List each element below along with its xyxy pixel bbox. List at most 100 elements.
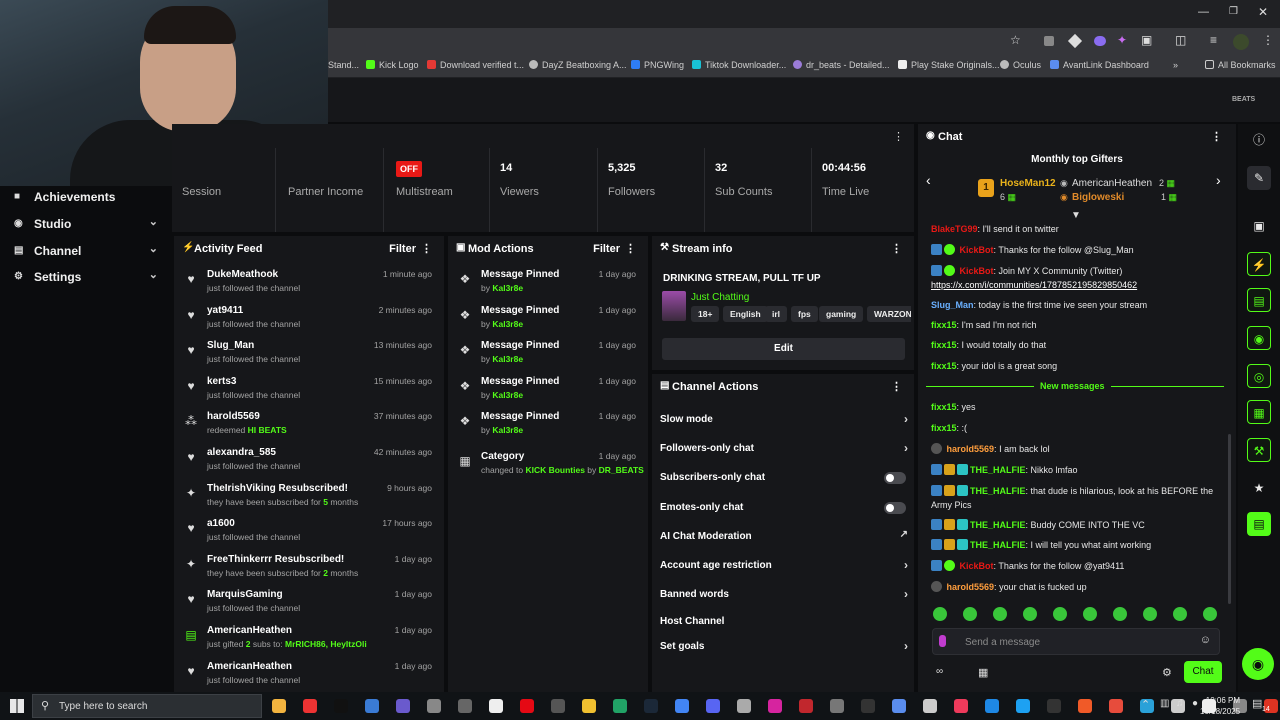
channel-action-account-age-restriction[interactable]: Account age restriction › <box>658 552 908 580</box>
chat-username[interactable]: THE_HALFIE <box>970 540 1026 550</box>
chat-message[interactable]: fixx15: yes <box>931 400 1226 414</box>
channel-action-banned-words[interactable]: Banned words › <box>658 581 908 609</box>
store-icon[interactable]: ▦ <box>978 666 988 679</box>
chat-username[interactable]: fixx15 <box>931 402 957 412</box>
layout-icon[interactable]: ▦ <box>1247 400 1271 424</box>
activity-item[interactable]: ♥ Slug_Man just followed the channel 13 min… <box>174 337 444 373</box>
taskbar-app-icon[interactable] <box>334 699 348 713</box>
emote-icon[interactable] <box>1023 607 1037 621</box>
media-icon[interactable]: ≡ <box>1210 33 1217 47</box>
extension-icon[interactable] <box>1044 36 1054 46</box>
taskbar-app-icon[interactable] <box>706 699 720 713</box>
restore-button[interactable]: ❐ <box>1229 6 1238 17</box>
bookmark-item[interactable]: Oculus <box>1000 60 1041 70</box>
chat-username[interactable]: fixx15 <box>931 340 957 350</box>
filter-button[interactable]: Filter <box>593 243 620 255</box>
chat-message[interactable]: fixx15: :( <box>931 421 1226 435</box>
chat-username[interactable]: BlakeTG99 <box>931 224 978 234</box>
extension-icon[interactable] <box>1067 33 1083 49</box>
emote-icon[interactable] <box>993 607 1007 621</box>
taskbar-app-icon[interactable] <box>365 699 379 713</box>
chat-message[interactable]: THE_HALFIE: that dude is hilarious, look… <box>931 484 1226 512</box>
bookmark-item[interactable]: Stand... <box>328 60 359 70</box>
chat-message[interactable]: fixx15: I would totally do that <box>931 338 1226 352</box>
bookmark-item[interactable]: dr_beats - Detailed... <box>793 60 890 70</box>
toggle-switch[interactable] <box>884 502 906 514</box>
sidebar-item-studio[interactable]: ◉ Studio ⌄ <box>14 215 164 235</box>
taskbar-app-icon[interactable] <box>520 699 534 713</box>
clapper-icon[interactable]: ▤ <box>1247 512 1271 536</box>
all-bookmarks[interactable]: All Bookmarks <box>1205 60 1276 70</box>
activity-item[interactable]: ♥ DukeMeathook just followed the channel 1 … <box>174 266 444 302</box>
chat-message[interactable]: KickBot: Thanks for the follow @Slug_Man <box>931 243 1226 257</box>
lightning-icon[interactable]: ⚡ <box>1247 252 1271 276</box>
channel-action-subscribers-only-chat[interactable]: Subscribers-only chat <box>658 464 908 492</box>
chat-message[interactable]: THE_HALFIE: I will tell you what aint wo… <box>931 538 1226 552</box>
chat-message[interactable]: harold5569: I am back lol <box>931 442 1226 456</box>
bookmark-item[interactable]: Tiktok Downloader... <box>692 60 786 70</box>
tag[interactable]: WARZONE <box>867 306 911 322</box>
emote-icon[interactable] <box>1143 607 1157 621</box>
emoji-icon[interactable]: ☺ <box>1200 634 1211 646</box>
chat-message[interactable]: fixx15: your idol is a great song <box>931 359 1226 373</box>
info-icon[interactable]: ⓘ <box>1247 128 1271 152</box>
gear-icon[interactable]: ⚙ <box>1162 666 1172 679</box>
taskbar-app-icon[interactable] <box>1016 699 1030 713</box>
stream-category[interactable]: Just Chatting <box>691 292 749 303</box>
channel-action-slow-mode[interactable]: Slow mode › <box>658 406 908 434</box>
chat-username[interactable]: THE_HALFIE <box>970 465 1026 475</box>
taskbar-app-icon[interactable] <box>396 699 410 713</box>
taskbar-app-icon[interactable] <box>737 699 751 713</box>
chevron-right-icon[interactable]: › <box>1216 172 1221 188</box>
more-options-icon[interactable]: ⋮ <box>421 242 432 255</box>
activity-item[interactable]: ✦ TheIrishViking Resubscribed! they have b… <box>174 480 444 516</box>
tag[interactable]: fps <box>791 306 818 322</box>
activity-item[interactable]: ♥ MarquisGaming just followed the channel 1… <box>174 586 444 622</box>
taskbar-app-icon[interactable] <box>861 699 875 713</box>
channel-action-set-goals[interactable]: Set goals › <box>658 633 908 661</box>
sidebar-item-settings[interactable]: ⚙ Settings ⌄ <box>14 268 164 288</box>
taskbar-search[interactable]: ⚲ Type here to search <box>32 694 262 718</box>
mod-action-item[interactable]: ❖ Message Pinned by Kal3r8e 1 day ago <box>448 302 648 338</box>
chat-username[interactable]: fixx15 <box>931 361 957 371</box>
taskbar-app-icon[interactable] <box>613 699 627 713</box>
activity-item[interactable]: ⁂ harold5569 redeemed HI BEATS 37 minutes a… <box>174 408 444 444</box>
emote-icon[interactable] <box>1113 607 1127 621</box>
mod-action-item[interactable]: ❖ Message Pinned by Kal3r8e 1 day ago <box>448 373 648 409</box>
channel-action-emotes-only-chat[interactable]: Emotes-only chat <box>658 494 908 522</box>
more-options-icon[interactable]: ⋮ <box>891 242 902 255</box>
tag[interactable]: gaming <box>819 306 864 322</box>
taskbar-app-icon[interactable] <box>427 699 441 713</box>
points-icon[interactable]: ∞ <box>936 666 943 677</box>
taskbar-app-icon[interactable] <box>830 699 844 713</box>
taskbar-app-icon[interactable] <box>892 699 906 713</box>
emote-icon[interactable] <box>933 607 947 621</box>
emote-icon[interactable] <box>1203 607 1217 621</box>
bookmark-item[interactable]: PNGWing <box>631 60 684 70</box>
more-options-icon[interactable]: ⋮ <box>893 130 904 143</box>
taskbar-app-icon[interactable] <box>1078 699 1092 713</box>
menu-icon[interactable]: ⋮ <box>1262 33 1274 47</box>
activity-item[interactable]: ▤ AmericanHeathen just gifted 2 subs to: M… <box>174 622 444 658</box>
taskbar-app-icon[interactable] <box>985 699 999 713</box>
mod-action-item[interactable]: ❖ Message Pinned by Kal3r8e 1 day ago <box>448 337 648 373</box>
more-options-icon[interactable]: ⋮ <box>625 242 636 255</box>
help-headset-icon[interactable]: ◉ <box>1242 648 1274 680</box>
taskbar-app-icon[interactable] <box>489 699 503 713</box>
activity-item[interactable]: ♥ alexandra_585 just followed the channel 4… <box>174 444 444 480</box>
filter-button[interactable]: Filter <box>389 243 416 255</box>
emote-icon[interactable] <box>1083 607 1097 621</box>
wrench-icon[interactable]: ⚒ <box>1247 438 1271 462</box>
chat-username[interactable]: KickBot <box>960 266 994 276</box>
chat-username[interactable]: THE_HALFIE <box>970 486 1026 496</box>
tray-chevron-icon[interactable]: ⌃ <box>1141 698 1150 711</box>
channel-action-ai-chat-moderation[interactable]: AI Chat Moderation ↗ <box>658 523 908 551</box>
network-icon[interactable]: ▥ <box>1160 698 1169 709</box>
pencil-icon[interactable]: ✎ <box>1247 166 1271 190</box>
mod-action-item[interactable]: ❖ Message Pinned by Kal3r8e 1 day ago <box>448 408 648 444</box>
chat-username[interactable]: KickBot <box>960 561 994 571</box>
bookmark-star-icon[interactable]: ☆ <box>1010 33 1021 47</box>
taskbar-app-icon[interactable] <box>799 699 813 713</box>
tag[interactable]: irl <box>765 306 788 322</box>
bookmark-item[interactable]: DayZ Beatboxing A... <box>529 60 627 70</box>
